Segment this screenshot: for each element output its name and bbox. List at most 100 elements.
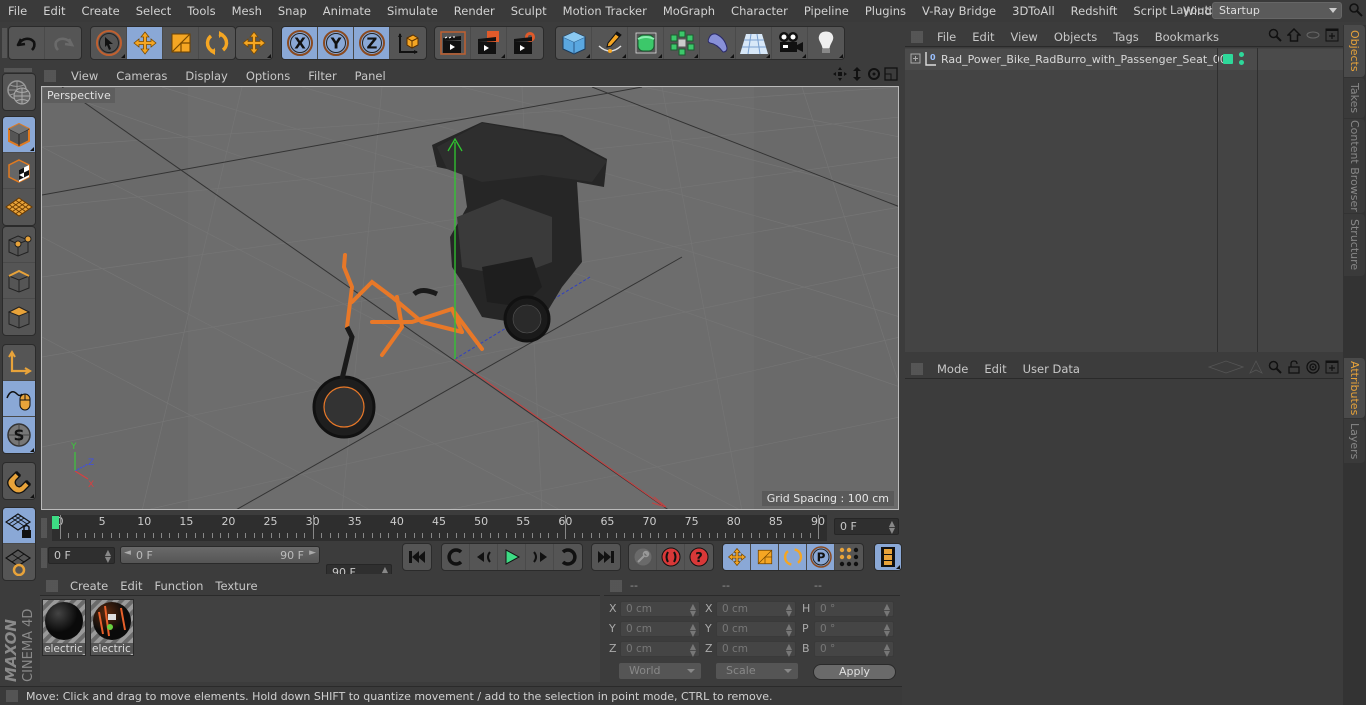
menu-snap[interactable]: Snap [270,4,315,18]
menu-create[interactable]: Create [74,4,128,18]
rotation-p-field[interactable]: 0 ° ▲ ▼ [814,621,894,638]
coordinate-system-button[interactable] [390,27,426,59]
viewport-menu-cameras[interactable]: Cameras [107,69,176,83]
cloner-button[interactable] [664,27,700,59]
menu-script[interactable]: Script [1125,4,1174,18]
bend-deformer-button[interactable] [700,27,736,59]
pen-button[interactable] [592,27,628,59]
rotation-track-button[interactable] [779,544,807,570]
model-mode-button[interactable] [3,117,35,153]
tweak-mode-button[interactable] [3,381,35,417]
object-manager-grip[interactable] [911,30,923,43]
move-button[interactable] [127,27,163,59]
z-axis-lock-button[interactable]: Z [354,27,390,59]
viewport-menu-filter[interactable]: Filter [299,69,345,83]
render-visibility-dot[interactable] [1239,60,1244,65]
spin-arrows-icon[interactable]: ▲▼ [889,520,895,535]
workplane-mode-button[interactable] [3,189,35,225]
goto-end-button[interactable] [592,544,620,570]
eye-icon[interactable] [1306,30,1320,40]
menu-vray-bridge[interactable]: V-Ray Bridge [914,4,1004,18]
search-icon[interactable] [1268,28,1282,42]
3d-viewport[interactable]: Y Z X Perspective Grid Spacing : 100 cm [41,86,899,510]
menu-redshift[interactable]: Redshift [1063,4,1126,18]
redo-button[interactable] [45,27,81,59]
play-button[interactable] [498,544,526,570]
size-x-field[interactable]: 0 cm ▲ ▼ [716,601,796,618]
size-y-field[interactable]: 0 cm ▲ ▼ [716,621,796,638]
camera-label[interactable]: Perspective [43,88,115,103]
new-panel-icon[interactable] [1325,360,1339,374]
enable-axis-button[interactable] [3,345,35,381]
tab-takes[interactable]: Takes [1344,78,1365,118]
attr-menu-mode[interactable]: Mode [929,362,976,376]
visibility-tag-icon[interactable] [1223,54,1233,64]
toolbar-grip[interactable] [2,28,7,58]
rotation-h-field[interactable]: 0 ° ▲ ▼ [814,601,894,618]
attribute-manager-grip[interactable] [911,362,923,375]
tab-attributes[interactable]: Attributes [1344,358,1365,418]
parameter-track-button[interactable]: P [807,544,835,570]
tab-content-browser[interactable]: Content Browser [1344,119,1365,213]
layout-dropdown[interactable]: Startup [1212,2,1342,19]
object-row[interactable]: 0 Rad_Power_Bike_RadBurro_with_Passenger… [905,49,1343,70]
menu-edit[interactable]: Edit [35,4,73,18]
apply-button[interactable]: Apply [813,664,896,680]
spin-arrows-icon[interactable]: ▲▼ [105,549,111,564]
menu-select[interactable]: Select [128,4,179,18]
spin-arrows-icon[interactable]: ▲▼ [786,623,792,638]
menu-animate[interactable]: Animate [315,4,379,18]
maximize-view-icon[interactable] [884,67,898,81]
coordinates-grip[interactable] [610,579,622,592]
viewport-menu-options[interactable]: Options [237,69,299,83]
attr-menu-edit[interactable]: Edit [976,362,1014,376]
material-thumbnail[interactable]: electric_ [42,599,86,656]
render-view-button[interactable] [435,27,471,59]
search-icon[interactable] [1268,360,1282,374]
editor-visibility-dot[interactable] [1239,52,1244,57]
viewport-menu-display[interactable]: Display [176,69,236,83]
tab-layers[interactable]: Layers [1344,419,1365,463]
status-grip[interactable] [6,690,18,702]
zoom-view-icon[interactable] [850,67,864,81]
material-grip[interactable] [46,579,58,592]
planar-workplane-button[interactable] [3,544,35,580]
menu-render[interactable]: Render [446,4,503,18]
x-axis-lock-button[interactable]: X [282,27,318,59]
attr-menu-user-data[interactable]: User Data [1015,362,1088,376]
material-menu-function[interactable]: Function [149,579,210,593]
size-mode-dropdown[interactable]: Scale [716,663,798,679]
spin-arrows-icon[interactable]: ▲▼ [884,623,890,638]
column-divider[interactable] [1217,48,1218,352]
light-button[interactable] [808,27,844,59]
menu-plugins[interactable]: Plugins [857,4,914,18]
texture-mode-button[interactable] [3,153,35,189]
target-icon[interactable] [1306,360,1320,374]
previous-key-button[interactable] [442,544,470,570]
objmgr-menu-objects[interactable]: Objects [1046,30,1105,44]
menu-motion-tracker[interactable]: Motion Tracker [555,4,655,18]
material-menu-texture[interactable]: Texture [209,579,263,593]
spin-arrows-icon[interactable]: ▲▼ [690,623,696,638]
coordinate-mode-dropdown[interactable]: World [619,663,701,679]
tab-structure[interactable]: Structure [1344,214,1365,276]
expand-icon[interactable] [910,53,922,65]
range-left-arrow-icon[interactable]: ◄ [124,548,131,558]
material-menu-edit[interactable]: Edit [114,579,148,593]
viewport-grip[interactable] [44,70,56,82]
objmgr-menu-view[interactable]: View [1003,30,1046,44]
search-icon[interactable] [1348,2,1364,18]
render-settings-button[interactable] [507,27,543,59]
spin-arrows-icon[interactable]: ▲▼ [690,603,696,618]
left-toolbar-grip[interactable] [4,68,32,72]
y-axis-lock-button[interactable]: Y [318,27,354,59]
range-right-arrow-icon[interactable]: ► [309,548,316,558]
material-thumbnail[interactable]: electric_ [90,599,134,656]
spin-arrows-icon[interactable]: ▲▼ [786,643,792,658]
position-track-button[interactable] [723,544,751,570]
subdivision-surface-button[interactable] [628,27,664,59]
rotation-b-field[interactable]: 0 ° ▲ ▼ [814,641,894,658]
menu-pipeline[interactable]: Pipeline [796,4,857,18]
spin-arrows-icon[interactable]: ▲▼ [690,643,696,658]
previous-frame-button[interactable] [470,544,498,570]
